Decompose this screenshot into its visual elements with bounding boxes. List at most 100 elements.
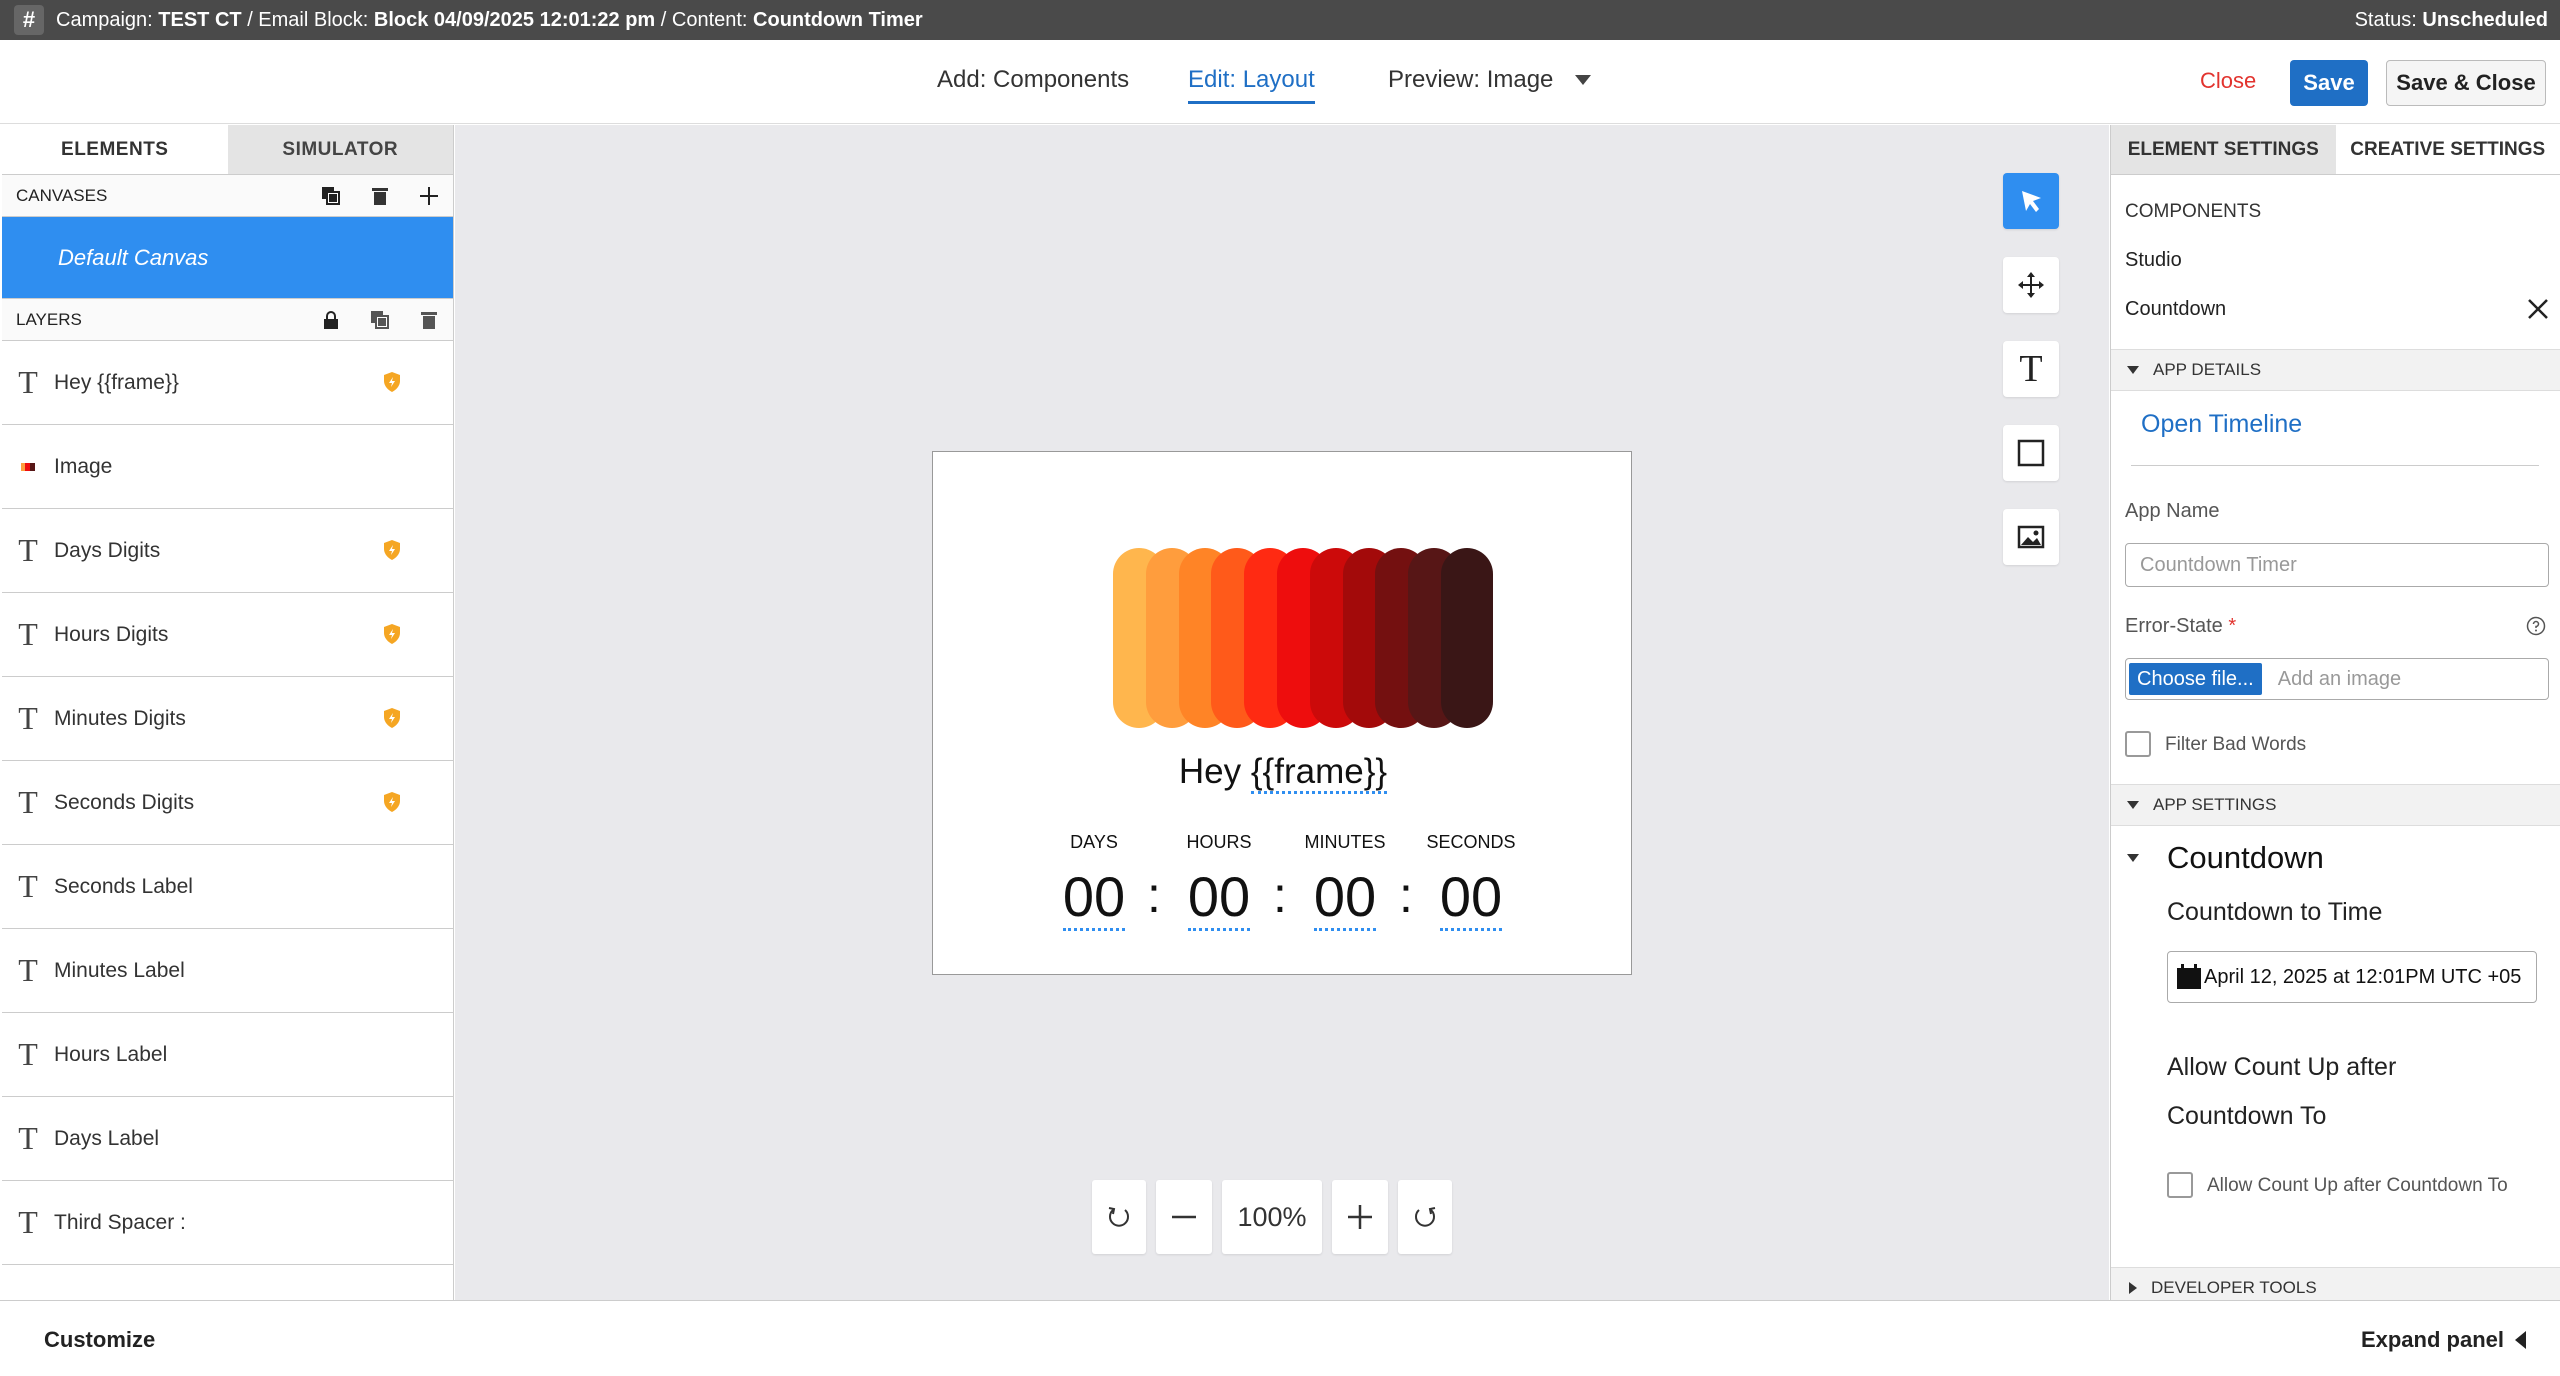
canvas-item-default[interactable]: Default Canvas bbox=[2, 217, 453, 299]
plus-icon[interactable] bbox=[404, 186, 453, 206]
canvas-frame[interactable]: Hey {{frame}} DAYS HOURS MINUTES SECONDS… bbox=[932, 451, 1632, 975]
error-state-text: Error-State bbox=[2125, 615, 2223, 637]
image-tool[interactable] bbox=[2003, 509, 2059, 565]
help-icon[interactable] bbox=[2526, 616, 2546, 641]
layer-item[interactable]: T Hey {{frame}} bbox=[2, 341, 453, 425]
shield-icon[interactable] bbox=[382, 539, 402, 566]
layer-item[interactable]: T Third Spacer : bbox=[2, 1181, 453, 1265]
duplicate-icon[interactable] bbox=[306, 186, 355, 206]
layer-item[interactable]: T Seconds Digits bbox=[2, 761, 453, 845]
duplicate-icon[interactable] bbox=[355, 310, 404, 330]
zoom-in-button[interactable] bbox=[1332, 1180, 1388, 1254]
trash-icon[interactable] bbox=[355, 186, 404, 206]
shield-icon[interactable] bbox=[382, 371, 402, 398]
component-studio[interactable]: Studio bbox=[2125, 249, 2182, 272]
layers-header: LAYERS bbox=[2, 299, 453, 341]
component-countdown[interactable]: Countdown bbox=[2125, 298, 2226, 321]
app-name-input[interactable]: Countdown Timer bbox=[2125, 543, 2549, 587]
save-close-button[interactable]: Save & Close bbox=[2386, 60, 2546, 106]
tab-creative-settings[interactable]: CREATIVE SETTINGS bbox=[2335, 125, 2560, 174]
bottom-bar: Customize Expand panel bbox=[0, 1300, 2560, 1376]
layer-item[interactable]: T Seconds Label bbox=[2, 845, 453, 929]
minutes-label[interactable]: MINUTES bbox=[1295, 832, 1395, 853]
countdown-time-input[interactable]: April 12, 2025 at 12:01PM UTC +05 bbox=[2167, 951, 2537, 1003]
allow-count-up-label-1: Allow Count Up after bbox=[2167, 1053, 2397, 1081]
greeting-text[interactable]: Hey {{frame}} bbox=[933, 752, 1633, 794]
layer-name: Hours Label bbox=[54, 1042, 168, 1066]
close-icon[interactable] bbox=[2526, 297, 2550, 326]
app-details-section[interactable]: APP DETAILS bbox=[2111, 349, 2560, 391]
triangle-left-icon[interactable] bbox=[2515, 1331, 2526, 1349]
layer-name: Third Spacer : bbox=[54, 1210, 186, 1234]
expand-panel-button[interactable]: Expand panel bbox=[2361, 1327, 2504, 1353]
minutes-digits[interactable]: 00 bbox=[1295, 864, 1395, 931]
tab-preview-image[interactable]: Preview: Image bbox=[1388, 66, 1592, 94]
hours-label[interactable]: HOURS bbox=[1169, 832, 1269, 853]
open-timeline-link[interactable]: Open Timeline bbox=[2141, 410, 2302, 439]
canvas-stage[interactable]: Hey {{frame}} DAYS HOURS MINUTES SECONDS… bbox=[455, 125, 2109, 1300]
canvases-title: CANVASES bbox=[16, 185, 108, 205]
tab-add-components[interactable]: Add: Components bbox=[937, 66, 1129, 94]
trash-icon[interactable] bbox=[404, 310, 453, 330]
text-tool[interactable]: T bbox=[2003, 341, 2059, 397]
tab-element-settings[interactable]: ELEMENT SETTINGS bbox=[2111, 125, 2336, 174]
text-icon: T bbox=[18, 952, 38, 988]
layer-item[interactable]: T Minutes Label bbox=[2, 929, 453, 1013]
third-spacer[interactable]: : bbox=[1399, 866, 1413, 924]
undo-icon bbox=[1108, 1207, 1129, 1227]
days-label[interactable]: DAYS bbox=[1044, 832, 1144, 853]
layer-item[interactable]: T Days Label bbox=[2, 1097, 453, 1181]
select-tool[interactable] bbox=[2003, 173, 2059, 229]
preview-label: Preview: Image bbox=[1388, 66, 1554, 93]
tab-simulator[interactable]: SIMULATOR bbox=[227, 125, 453, 174]
tab-elements[interactable]: ELEMENTS bbox=[2, 125, 228, 174]
right-panel: ELEMENT SETTINGS CREATIVE SETTINGS COMPO… bbox=[2110, 125, 2560, 1300]
seconds-digits[interactable]: 00 bbox=[1421, 864, 1521, 931]
customize-button[interactable]: Customize bbox=[44, 1327, 155, 1353]
triangle-right-icon bbox=[2129, 1282, 2137, 1294]
layer-item[interactable]: Image bbox=[2, 425, 453, 509]
block-name[interactable]: Block 04/09/2025 12:01:22 pm bbox=[374, 9, 655, 31]
choose-file-button[interactable]: Choose file... bbox=[2129, 663, 2262, 695]
shape-tool[interactable] bbox=[2003, 425, 2059, 481]
app-details-title: APP DETAILS bbox=[2153, 360, 2262, 379]
close-button[interactable]: Close bbox=[2200, 68, 2256, 94]
layer-item[interactable]: T Hours Label bbox=[2, 1013, 453, 1097]
shield-icon[interactable] bbox=[382, 791, 402, 818]
error-state-file-field[interactable]: Choose file... Add an image bbox=[2125, 658, 2549, 700]
save-button[interactable]: Save bbox=[2290, 60, 2368, 106]
developer-tools-section[interactable]: DEVELOPER TOOLS bbox=[2111, 1267, 2560, 1300]
first-spacer[interactable]: : bbox=[1147, 866, 1161, 924]
text-icon: T bbox=[18, 784, 38, 820]
block-prefix: / Email Block: bbox=[247, 8, 369, 31]
zoom-out-button[interactable] bbox=[1156, 1180, 1212, 1254]
seconds-label[interactable]: SECONDS bbox=[1421, 832, 1521, 853]
layer-item[interactable]: T Minutes Digits bbox=[2, 677, 453, 761]
shield-icon[interactable] bbox=[382, 707, 402, 734]
chevron-down-icon[interactable] bbox=[1575, 75, 1592, 85]
countdown-image[interactable] bbox=[1113, 548, 1493, 728]
allow-count-up-label-2: Countdown To bbox=[2167, 1102, 2327, 1130]
shield-icon[interactable] bbox=[382, 623, 402, 650]
tab-edit-layout[interactable]: Edit: Layout bbox=[1188, 66, 1315, 104]
campaign-name[interactable]: TEST CT bbox=[158, 9, 241, 31]
allow-count-up-checkbox[interactable] bbox=[2167, 1172, 2193, 1198]
lock-icon[interactable] bbox=[306, 310, 355, 330]
text-icon: T bbox=[18, 1204, 38, 1240]
app-settings-section[interactable]: APP SETTINGS bbox=[2111, 784, 2560, 826]
undo-button[interactable] bbox=[1092, 1180, 1146, 1254]
add-image-placeholder: Add an image bbox=[2277, 667, 2402, 690]
triangle-down-icon[interactable] bbox=[2127, 854, 2139, 862]
canvases-header: CANVASES bbox=[2, 175, 453, 217]
hours-digits[interactable]: 00 bbox=[1169, 864, 1269, 931]
redo-icon bbox=[1415, 1207, 1436, 1227]
filter-bad-words-checkbox[interactable] bbox=[2125, 731, 2151, 757]
days-digits[interactable]: 00 bbox=[1044, 864, 1144, 931]
layer-item[interactable]: T Hours Digits bbox=[2, 593, 453, 677]
calendar-icon bbox=[2177, 964, 2201, 989]
layers-title: LAYERS bbox=[16, 309, 82, 329]
move-tool[interactable] bbox=[2003, 257, 2059, 313]
second-spacer[interactable]: : bbox=[1273, 866, 1287, 924]
layer-item[interactable]: T Days Digits bbox=[2, 509, 453, 593]
redo-button[interactable] bbox=[1398, 1180, 1452, 1254]
